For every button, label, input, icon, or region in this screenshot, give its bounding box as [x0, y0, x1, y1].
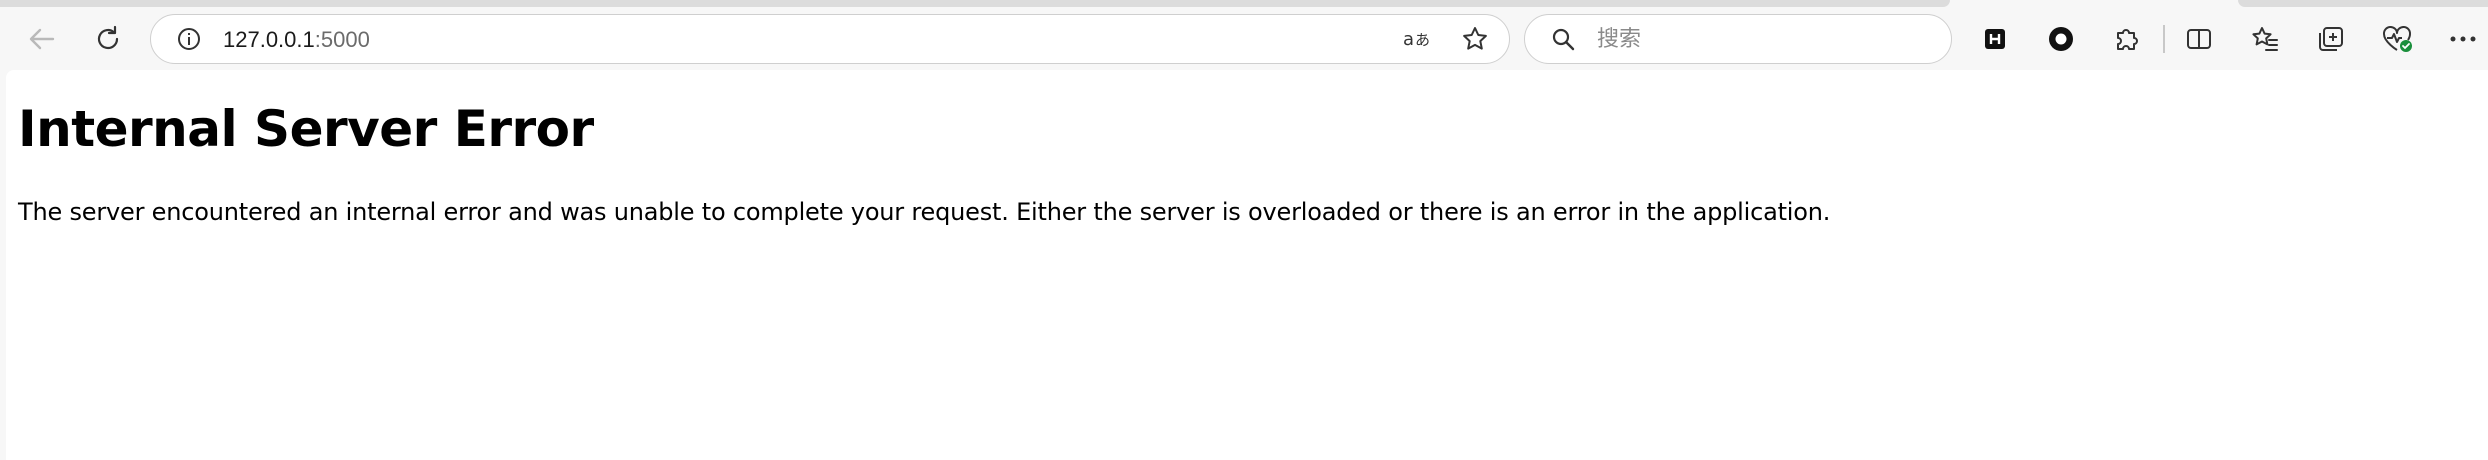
page-viewport: Internal Server Error The server encount…: [6, 70, 2488, 460]
favorites-button[interactable]: [2241, 15, 2289, 63]
browser-essentials-icon: [2381, 24, 2413, 54]
search-placeholder: 搜索: [1597, 27, 1642, 52]
browser-toolbar: 127.0.0.1:5000 aあ 搜索: [0, 0, 2488, 70]
tab-strip-right: [2238, 0, 2488, 7]
more-menu-button[interactable]: [2439, 15, 2487, 63]
tab-strip-left: [0, 0, 1950, 7]
favorites-icon: [2250, 24, 2280, 54]
split-screen-icon: [2184, 24, 2214, 54]
site-info-icon: [176, 26, 202, 52]
error-message: The server encountered an internal error…: [18, 198, 1831, 226]
svg-text:あ: あ: [1415, 31, 1430, 49]
svg-text:a: a: [1403, 29, 1414, 50]
more-menu-icon: [2449, 35, 2477, 43]
page-title: Internal Server Error: [18, 100, 594, 158]
search-icon-wrap: [1539, 15, 1587, 63]
back-arrow-icon: [27, 24, 57, 54]
favorite-button[interactable]: [1451, 15, 1499, 63]
search-icon: [1550, 26, 1576, 52]
extensions-button[interactable]: [2103, 15, 2151, 63]
extension-h-icon: [1984, 28, 2006, 50]
extension-h-button[interactable]: [1971, 15, 2019, 63]
collections-icon: [2316, 24, 2346, 54]
search-box[interactable]: 搜索: [1524, 14, 1952, 64]
url-port: :5000: [314, 27, 370, 52]
url-host: 127.0.0.1: [223, 27, 315, 52]
refresh-button[interactable]: [84, 15, 132, 63]
favorite-star-icon: [1461, 25, 1489, 53]
browser-essentials-button[interactable]: [2373, 15, 2421, 63]
extensions-puzzle-icon: [2112, 24, 2142, 54]
read-aloud-icon: aあ: [1402, 26, 1432, 52]
toolbar-divider: [2163, 25, 2165, 53]
extension-circle-button[interactable]: [2037, 15, 2085, 63]
split-screen-button[interactable]: [2175, 15, 2223, 63]
collections-button[interactable]: [2307, 15, 2355, 63]
site-info-button[interactable]: [165, 15, 213, 63]
url-text[interactable]: 127.0.0.1:5000: [223, 15, 370, 65]
back-button[interactable]: [18, 15, 66, 63]
refresh-icon: [93, 24, 123, 54]
read-aloud-button[interactable]: aあ: [1393, 15, 1441, 63]
extension-circle-icon: [2047, 25, 2075, 53]
address-bar[interactable]: 127.0.0.1:5000 aあ: [150, 14, 1510, 64]
